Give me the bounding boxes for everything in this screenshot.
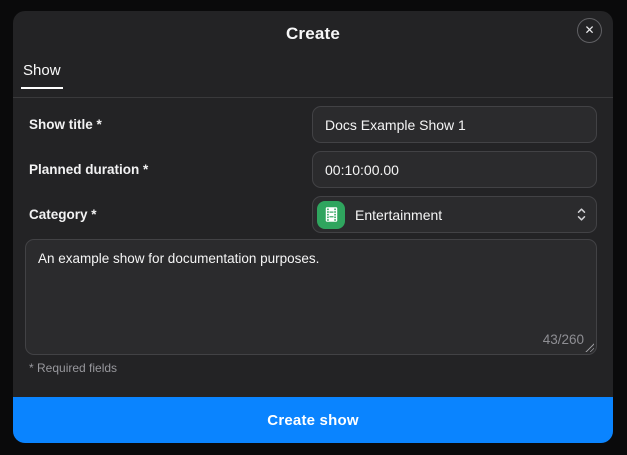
tab-show[interactable]: Show bbox=[21, 62, 63, 89]
description-field: An example show for documentation purpos… bbox=[25, 239, 597, 355]
dialog-title: Create bbox=[285, 24, 341, 43]
show-title-row: Show title * bbox=[25, 106, 597, 143]
show-title-input[interactable] bbox=[312, 106, 597, 143]
tab-bar: Show bbox=[13, 62, 613, 89]
create-dialog: Create ✕ Show Show title * Planned durat… bbox=[13, 11, 613, 443]
dialog-header: Create ✕ bbox=[13, 11, 613, 45]
close-icon: ✕ bbox=[584, 23, 595, 37]
create-show-button[interactable]: Create show bbox=[13, 397, 613, 443]
planned-duration-input[interactable] bbox=[312, 151, 597, 188]
film-strip-icon bbox=[317, 200, 345, 229]
show-title-label: Show title * bbox=[29, 117, 102, 132]
planned-duration-label: Planned duration * bbox=[29, 162, 149, 177]
select-chevron-icon bbox=[577, 207, 586, 222]
category-select[interactable]: Entertainment bbox=[312, 196, 597, 233]
category-selected-value: Entertainment bbox=[355, 206, 443, 223]
category-row: Category * Entertainment bbox=[25, 196, 597, 233]
close-button[interactable]: ✕ bbox=[577, 18, 602, 43]
required-fields-note: * Required fields bbox=[29, 361, 118, 375]
category-label: Category * bbox=[29, 207, 97, 222]
form-content: Show title * Planned duration * Category… bbox=[13, 98, 613, 375]
description-textarea[interactable]: An example show for documentation purpos… bbox=[25, 239, 597, 355]
planned-duration-row: Planned duration * bbox=[25, 151, 597, 188]
